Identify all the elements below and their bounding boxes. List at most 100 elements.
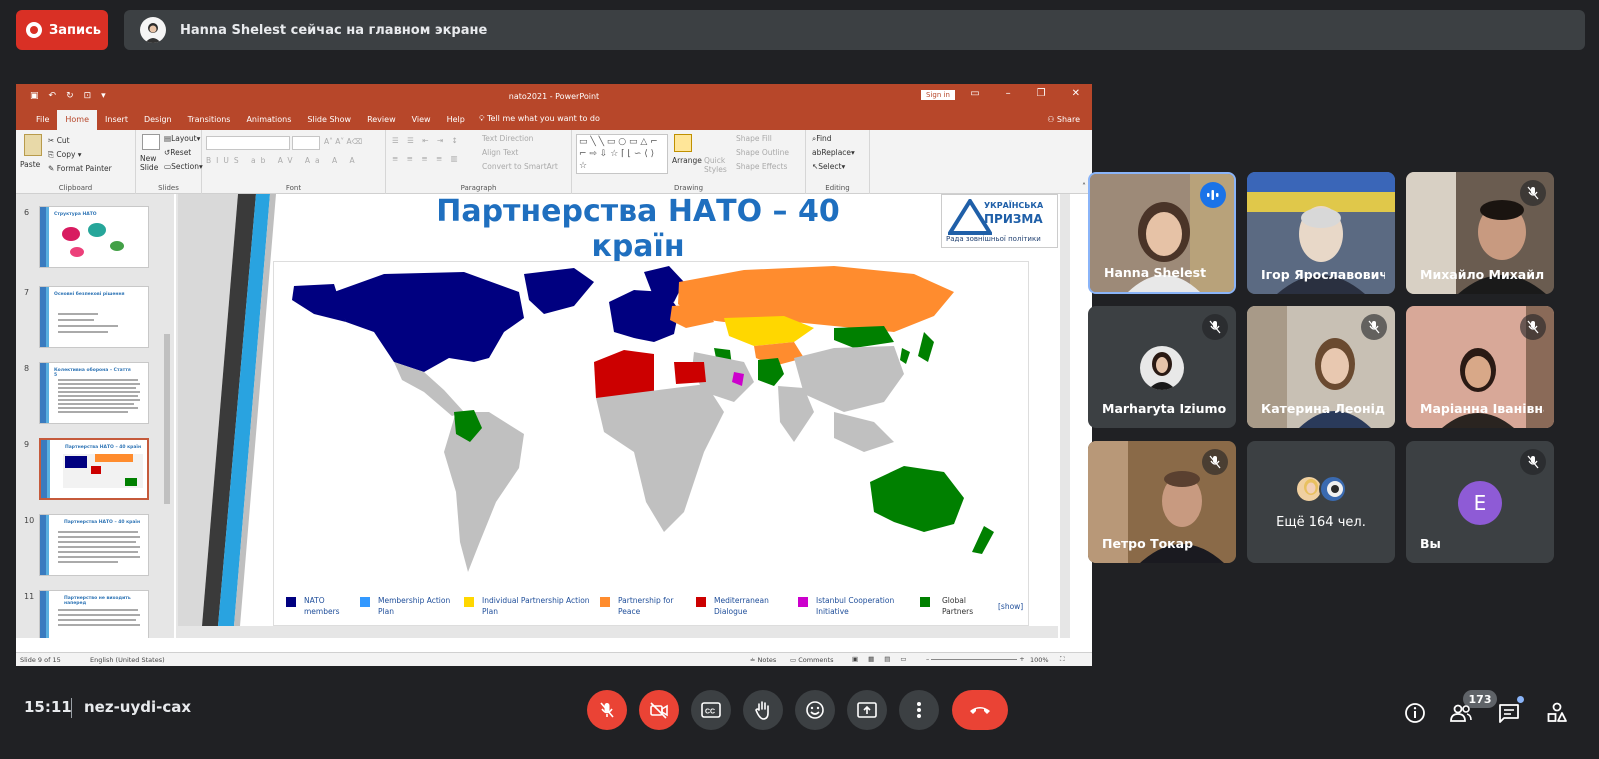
view-buttons[interactable]: ▣▦▤▭ [852,655,917,663]
tab-file[interactable]: File [28,115,57,130]
participant-tile-kateryna[interactable]: Катерина Леонідівна [1247,306,1395,428]
thumbnail-slide-10[interactable]: Партнерства НАТО – 40 країн [39,514,149,576]
fit-slide-icon[interactable]: ⛶ [1060,655,1065,664]
participant-tile-marianna[interactable]: Маріанна Іванівна [1406,306,1554,428]
meeting-details-button[interactable] [1402,700,1428,726]
tab-review[interactable]: Review [359,115,404,130]
thumbnail-slide-9-selected[interactable]: Партнерства НАТО – 40 країн [39,438,149,500]
microphone-toggle-button[interactable] [587,690,627,730]
font-size-icons[interactable]: A˄ A˅ A⌫ [324,137,362,146]
close-icon[interactable]: ✕ [1072,88,1080,99]
more-participants-label: Ещё 164 чел. [1276,515,1366,530]
record-indicator[interactable]: Запись [16,10,108,50]
activities-icon [1547,702,1567,722]
replace-button[interactable]: abReplace▾ [812,148,855,157]
list-icons[interactable]: ☰ ☰ ⇤ ⇥ ↕ [392,136,461,145]
convert-smartart-button[interactable]: Convert to SmartArt [482,162,558,171]
cut-button[interactable]: ✂ Cut [48,136,70,145]
legend-swatch-ici [798,597,808,607]
more-participants-tile[interactable]: Ещё 164 чел. [1247,441,1395,563]
layout-button[interactable]: ▤Layout▾ [164,134,200,143]
select-button[interactable]: ↖Select▾ [812,162,845,171]
participant-tile-marharyta[interactable]: Marharyta Iziumova [1088,306,1236,428]
reset-button[interactable]: ↺Reset [164,148,191,157]
format-painter-button[interactable]: ✎ Format Painter [48,164,112,173]
new-slide-button[interactable]: New Slide [140,154,166,172]
section-button[interactable]: ▭Section▾ [164,162,203,171]
legend-pfp: Partnership for Peace [618,596,674,616]
ribbon-display-icon[interactable]: ▭ [970,88,979,99]
font-format-icons[interactable]: BIUS ab AV Aa A A [206,156,360,165]
comments-button[interactable]: ▭ Comments [790,656,833,664]
participant-tile-petro[interactable]: Петро Токар [1088,441,1236,563]
tab-design[interactable]: Design [136,115,180,130]
font-size-input[interactable] [292,136,320,150]
font-group: A˄ A˅ A⌫ BIUS ab AV Aa A A Font [202,130,386,194]
chat-button[interactable] [1496,696,1524,726]
tab-help[interactable]: Help [439,115,473,130]
captions-button[interactable]: CC [691,690,731,730]
language-status[interactable]: English (United States) [90,656,165,664]
slides-group: New Slide ▤Layout▾ ↺Reset ▭Section▾ Slid… [136,130,203,194]
notes-button[interactable]: ≐ Notes [750,656,776,664]
minimize-icon[interactable]: – [1006,88,1011,99]
participant-tile-mykhailo[interactable]: Михайло Михайлович [1406,172,1554,294]
thumb-number: 8 [24,364,30,373]
camera-toggle-button[interactable] [639,690,679,730]
arrange-icon[interactable] [674,134,692,152]
share-button[interactable]: ⚇ Share [1047,115,1080,124]
meeting-code: nez-uydi-cax [84,698,192,716]
paste-icon[interactable] [24,134,42,156]
people-button[interactable] [1448,700,1474,726]
shape-fill-button[interactable]: Shape Fill [736,134,772,143]
legend-show-link[interactable]: [show] [998,601,1023,612]
tab-animations[interactable]: Animations [238,115,299,130]
shapes-gallery[interactable]: ▭ ╲ ╲ ▭ ○ ▭ △ ⌐ ⌐ ⇨ ⇩ ☆ ⌈ ⌊ ∽ ⟨ ⟩ ☆ [576,134,668,174]
maximize-icon[interactable]: ❐ [1037,88,1046,99]
collapse-ribbon-icon[interactable]: ˄ [1082,182,1086,191]
leave-call-button[interactable] [952,690,1008,730]
tab-transitions[interactable]: Transitions [180,115,239,130]
zoom-slider[interactable]: – + [926,655,1025,663]
slide-vertical-scrollbar[interactable] [1060,194,1070,638]
arrange-button[interactable]: Arrange [672,156,702,165]
tab-insert[interactable]: Insert [97,115,136,130]
shape-effects-button[interactable]: Shape Effects [736,162,787,171]
tab-slide-show[interactable]: Slide Show [299,115,359,130]
align-icons[interactable]: ≡ ≡ ≡ ≡ ▥ [392,154,461,163]
text-direction-button[interactable]: Text Direction [482,134,533,143]
participant-tile-igor[interactable]: Ігор Ярославович [1247,172,1395,294]
thumbnail-slide-7[interactable]: Основні безпекові рішення [39,286,149,348]
paste-button[interactable]: Paste [20,160,40,169]
thumbnail-slide-6[interactable]: Структура НАТО [39,206,149,268]
align-text-button[interactable]: Align Text [482,148,518,157]
legend-ipap: Individual Partnership Action Plan [482,596,590,616]
thumbnails-scrollbar[interactable] [162,194,172,638]
more-options-button[interactable] [899,690,939,730]
tab-home[interactable]: Home [57,110,98,130]
participant-name: Маріанна Іванівна [1420,401,1544,416]
shape-outline-button[interactable]: Shape Outline [736,148,789,157]
thumb-number: 11 [24,592,35,601]
new-slide-icon[interactable] [142,134,160,150]
tab-view[interactable]: View [404,115,439,130]
participant-tile-hanna[interactable]: Hanna Shelest [1088,172,1236,294]
raise-hand-button[interactable] [743,690,783,730]
tell-me-search[interactable]: 💡︎ Tell me what you want to do [473,114,608,130]
participant-tile-you[interactable]: E Вы [1406,441,1554,563]
zoom-level[interactable]: 100% [1030,656,1049,664]
thumb-number: 10 [24,516,35,525]
activities-button[interactable] [1544,700,1570,726]
present-screen-button[interactable] [847,690,887,730]
thumbnail-slide-8[interactable]: Колективна оборона – Стаття 5 [39,362,149,424]
quick-styles-button[interactable]: Quick Styles [704,156,728,174]
find-button[interactable]: ⌕Find [812,134,832,144]
slide-horizontal-scrollbar[interactable] [178,628,1058,638]
participant-name: Петро Токар [1102,536,1194,551]
copy-button[interactable]: ⎘ Copy ▾ [48,150,82,160]
thumbnail-slide-11[interactable]: Партнерство не виходить наперед [39,590,149,638]
font-name-input[interactable] [206,136,290,150]
reactions-button[interactable] [795,690,835,730]
thumbnail-title: Партнерства НАТО – 40 країн [64,520,141,525]
sign-in-button[interactable]: Sign in [921,90,955,100]
